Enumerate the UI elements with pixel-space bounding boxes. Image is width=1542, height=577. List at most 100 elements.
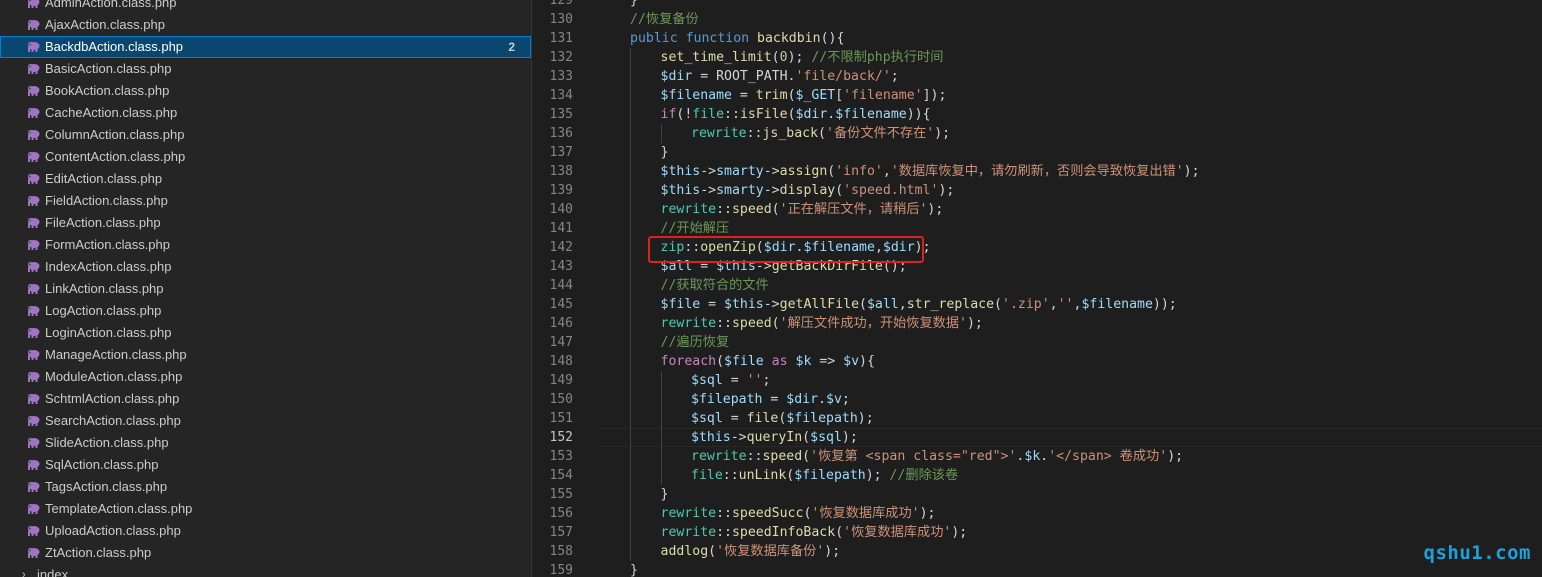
file-item[interactable]: SearchAction.class.php bbox=[0, 410, 531, 432]
php-elephant-icon bbox=[27, 63, 40, 74]
code-line[interactable]: 158 addlog('恢复数据库备份'); bbox=[532, 542, 1542, 561]
file-item[interactable]: ManageAction.class.php bbox=[0, 344, 531, 366]
code-token: ); bbox=[857, 411, 874, 426]
php-elephant-icon bbox=[27, 503, 40, 514]
code-line[interactable]: 134 $filename = trim($_GET['filename']); bbox=[532, 86, 1542, 105]
line-number: 145 bbox=[549, 297, 573, 312]
code-token: ( bbox=[755, 240, 764, 255]
indent-guide bbox=[660, 466, 662, 485]
code-line[interactable]: 148 foreach($file as $k => $v){ bbox=[532, 352, 1542, 371]
code-token: $_GET bbox=[795, 88, 836, 103]
file-item[interactable]: LinkAction.class.php bbox=[0, 278, 531, 300]
code-line[interactable]: 130 //恢复备份 bbox=[532, 10, 1542, 29]
code-token: ); bbox=[951, 525, 968, 540]
file-item[interactable]: SlideAction.class.php bbox=[0, 432, 531, 454]
line-number: 140 bbox=[549, 202, 573, 217]
code-line[interactable]: 142 zip::openZip($dir.$filename,$dir); bbox=[532, 238, 1542, 257]
code-token: ); bbox=[841, 430, 858, 445]
line-number: 133 bbox=[549, 69, 573, 84]
line-number: 157 bbox=[549, 525, 573, 540]
file-item[interactable]: SchtmlAction.class.php bbox=[0, 388, 531, 410]
code-line[interactable]: 140 rewrite::speed('正在解压文件，请稍后'); bbox=[532, 200, 1542, 219]
code-token: -> bbox=[730, 430, 747, 445]
code-line[interactable]: 145 $file = $this->getAllFile($all,str_re… bbox=[532, 295, 1542, 314]
file-item[interactable]: ZtAction.class.php bbox=[0, 542, 531, 564]
code-line[interactable]: 129} bbox=[532, 0, 1542, 10]
code-token: ( bbox=[802, 449, 811, 464]
code-text: addlog('恢复数据库备份'); bbox=[661, 542, 841, 561]
file-item[interactable]: ContentAction.class.php bbox=[0, 146, 531, 168]
file-item[interactable]: FieldAction.class.php bbox=[0, 190, 531, 212]
code-line[interactable]: 133 $dir = ROOT_PATH.'file/back/'; bbox=[532, 67, 1542, 86]
code-text: $this->smarty->display('speed.html'); bbox=[661, 181, 955, 200]
code-line[interactable]: 144 //获取符合的文件 bbox=[532, 276, 1542, 295]
file-item[interactable]: FormAction.class.php bbox=[0, 234, 531, 256]
file-item[interactable]: TemplateAction.class.php bbox=[0, 498, 531, 520]
file-item[interactable]: AdminAction.class.php bbox=[0, 0, 531, 14]
code-token: ( bbox=[835, 183, 844, 198]
file-item[interactable]: BasicAction.class.php bbox=[0, 58, 531, 80]
code-token: speedInfoBack bbox=[731, 525, 836, 540]
code-line[interactable]: 150 $filepath = $dir.$v; bbox=[532, 390, 1542, 409]
code-token: } bbox=[630, 563, 638, 577]
code-text: zip::openZip($dir.$filename,$dir); bbox=[661, 238, 931, 257]
file-item[interactable]: ModuleAction.class.php bbox=[0, 366, 531, 388]
code-line[interactable]: 156 rewrite::speedSucc('恢复数据库成功'); bbox=[532, 504, 1542, 523]
code-token: $filepath bbox=[691, 392, 763, 407]
line-number: 129 bbox=[549, 0, 573, 8]
code-line[interactable]: 159} bbox=[532, 561, 1542, 577]
code-token: = ROOT_PATH. bbox=[692, 69, 796, 84]
code-line[interactable]: 155} bbox=[532, 485, 1542, 504]
code-token: ( bbox=[771, 316, 780, 331]
file-item[interactable]: EditAction.class.php bbox=[0, 168, 531, 190]
code-token: :: bbox=[716, 525, 732, 540]
code-text: $this->queryIn($sql); bbox=[691, 428, 858, 447]
indent-guide bbox=[660, 390, 662, 409]
file-item[interactable]: LogAction.class.php bbox=[0, 300, 531, 322]
code-text: } bbox=[661, 485, 669, 504]
code-token: ); bbox=[966, 316, 983, 331]
indent-guide bbox=[630, 333, 631, 352]
code-text: $all = $this->getBackDirFile(); bbox=[661, 257, 907, 276]
code-line[interactable]: 137} bbox=[532, 143, 1542, 162]
file-item[interactable]: LoginAction.class.php bbox=[0, 322, 531, 344]
chevron-right-icon: › bbox=[22, 569, 26, 577]
code-line[interactable]: 143 $all = $this->getBackDirFile(); bbox=[532, 257, 1542, 276]
file-item[interactable]: AjaxAction.class.php bbox=[0, 14, 531, 36]
file-item[interactable]: TagsAction.class.php bbox=[0, 476, 531, 498]
folder-item-index[interactable]: › index bbox=[0, 564, 531, 577]
code-line[interactable]: 139 $this->smarty->display('speed.html'); bbox=[532, 181, 1542, 200]
file-item[interactable]: FileAction.class.php bbox=[0, 212, 531, 234]
file-item[interactable]: CacheAction.class.php bbox=[0, 102, 531, 124]
code-line[interactable]: 147 //遍历恢复 bbox=[532, 333, 1542, 352]
file-item[interactable]: BookAction.class.php bbox=[0, 80, 531, 102]
code-line[interactable]: 136 rewrite::js_back('备份文件不存在'); bbox=[532, 124, 1542, 143]
php-elephant-icon bbox=[27, 371, 40, 382]
file-item[interactable]: ColumnAction.class.php bbox=[0, 124, 531, 146]
code-token: $all bbox=[866, 297, 899, 312]
code-text: $file = $this->getAllFile($all,str_repla… bbox=[661, 295, 1177, 314]
code-token: file bbox=[691, 468, 723, 483]
code-token: ]); bbox=[922, 88, 947, 103]
code-token: file bbox=[692, 107, 725, 122]
code-line[interactable]: 149 $sql = ''; bbox=[532, 371, 1542, 390]
code-line[interactable]: 131 public function backdbin(){ bbox=[532, 29, 1542, 48]
file-item[interactable]: UploadAction.class.php bbox=[0, 520, 531, 542]
code-line[interactable]: 151 $sql = file($filepath); bbox=[532, 409, 1542, 428]
code-token: = bbox=[731, 88, 756, 103]
code-line[interactable]: 146 rewrite::speed('解压文件成功，开始恢复数据'); bbox=[532, 314, 1542, 333]
code-line[interactable]: 141 //开始解压 bbox=[532, 219, 1542, 238]
code-line[interactable]: 135 if(!file::isFile($dir.$filename)){ bbox=[532, 105, 1542, 124]
code-line[interactable]: 153 rewrite::speed('恢复第 <span class="red"… bbox=[532, 447, 1542, 466]
file-item[interactable]: SqlAction.class.php bbox=[0, 454, 531, 476]
code-line[interactable]: 138 $this->smarty->assign('info','数据库恢复中，… bbox=[532, 162, 1542, 181]
code-editor[interactable]: 129} 130 //恢复备份 131 public function backdbin… bbox=[532, 0, 1542, 577]
code-line[interactable]: 132 set_time_limit(0); //不限制php执行时间 bbox=[532, 48, 1542, 67]
code-line[interactable]: 157 rewrite::speedInfoBack('恢复数据库成功'); bbox=[532, 523, 1542, 542]
indent-guide bbox=[630, 238, 631, 257]
file-item[interactable]: BackdbAction.class.php 2 bbox=[0, 36, 531, 58]
php-elephant-icon bbox=[27, 437, 40, 448]
file-item[interactable]: IndexAction.class.php bbox=[0, 256, 531, 278]
code-line[interactable]: 152 $this->queryIn($sql); bbox=[532, 428, 1542, 447]
code-line[interactable]: 154 file::unLink($filepath); //删除该卷 bbox=[532, 466, 1542, 485]
